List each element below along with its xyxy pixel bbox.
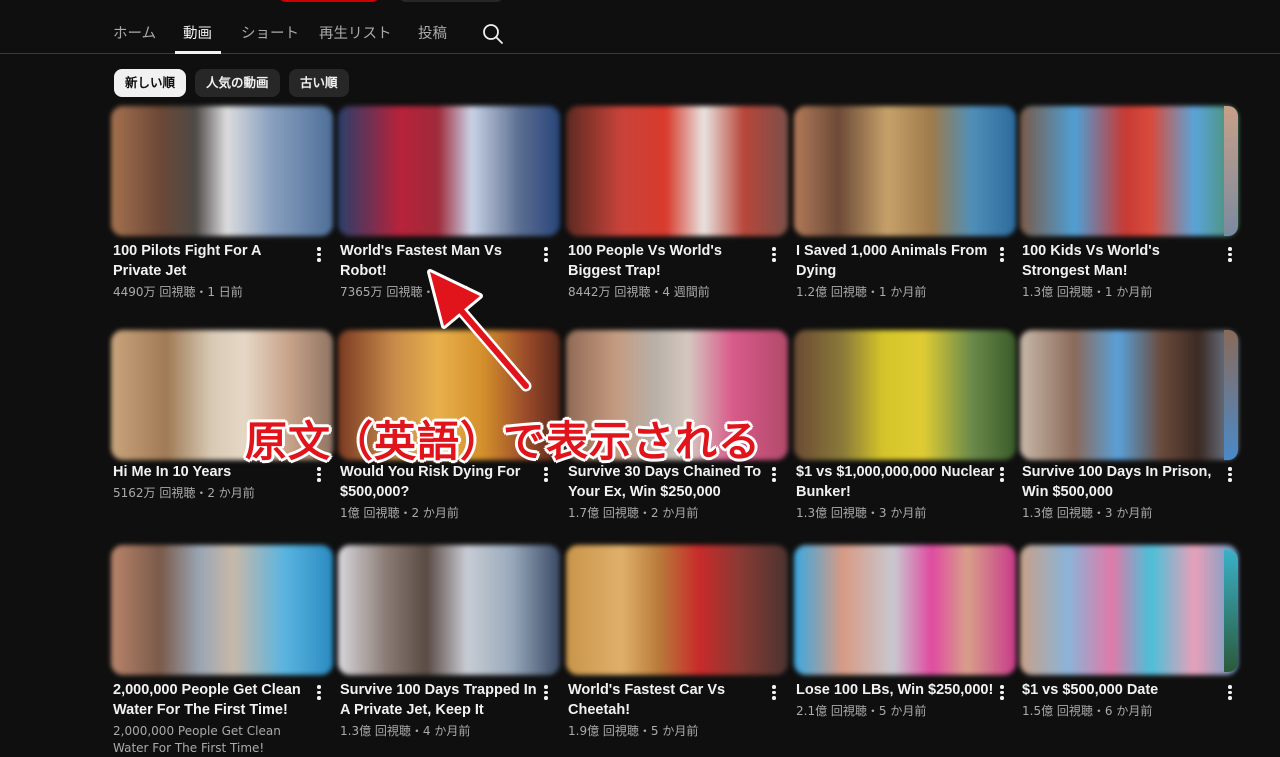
video-meta: 1.2億 回視聴・1 か月前: [796, 285, 927, 299]
video-title[interactable]: 100 People Vs World's Biggest Trap!: [568, 242, 768, 281]
more-options-icon[interactable]: [994, 244, 1010, 264]
more-options-icon[interactable]: [994, 682, 1010, 702]
video-meta: 5162万 回視聴・2 か月前: [113, 486, 255, 500]
video-title[interactable]: World's Fastest Car Vs Cheetah!: [568, 681, 768, 720]
next-column-thumbnail-partial[interactable]: [1224, 330, 1238, 460]
video-meta: 4490万 回視聴・1 日前: [113, 285, 243, 299]
video-thumbnail[interactable]: [1020, 330, 1238, 460]
video-meta: 1億 回視聴・2 か月前: [340, 506, 459, 520]
video-meta: 1.9億 回視聴・5 か月前: [568, 724, 699, 738]
video-meta: 2.1億 回視聴・5 か月前: [796, 704, 927, 718]
video-title[interactable]: $1 vs $500,000 Date: [1022, 681, 1222, 701]
video-thumbnail[interactable]: [338, 545, 560, 675]
video-meta: 8442万 回視聴・4 週間前: [568, 285, 710, 299]
video-title[interactable]: World's Fastest Man Vs Robot!: [340, 242, 540, 281]
video-meta: 7365万 回視聴・1 日前: [340, 285, 470, 299]
video-title[interactable]: $1 vs $1,000,000,000 Nuclear Bunker!: [796, 463, 996, 502]
video-title[interactable]: I Saved 1,000 Animals From Dying: [796, 242, 996, 281]
next-column-thumbnail-partial[interactable]: [1224, 106, 1238, 236]
video-title[interactable]: Lose 100 LBs, Win $250,000!: [796, 681, 996, 701]
more-options-icon[interactable]: [766, 682, 782, 702]
more-options-icon[interactable]: [538, 244, 554, 264]
video-thumbnail[interactable]: [338, 106, 560, 236]
more-options-icon[interactable]: [766, 244, 782, 264]
video-meta: 1.7億 回視聴・2 か月前: [568, 506, 699, 520]
video-title[interactable]: Survive 100 Days Trapped In A Private Je…: [340, 681, 540, 720]
more-options-icon[interactable]: [1222, 682, 1238, 702]
video-thumbnail[interactable]: [566, 106, 788, 236]
video-meta: 1.3億 回視聴・3 か月前: [796, 506, 927, 520]
more-options-icon[interactable]: [766, 464, 782, 484]
video-grid: 100 Pilots Fight For A Private Jet 4490万…: [0, 0, 1280, 757]
video-thumbnail[interactable]: [1020, 106, 1238, 236]
video-title[interactable]: 100 Kids Vs World's Strongest Man!: [1022, 242, 1222, 281]
video-title[interactable]: 2,000,000 People Get Clean Water For The…: [113, 681, 313, 720]
video-thumbnail[interactable]: [794, 545, 1016, 675]
video-meta: 1.3億 回視聴・3 か月前: [1022, 506, 1153, 520]
annotation-caption: 原文（英語）で表示される: [245, 417, 762, 466]
video-title[interactable]: Survive 100 Days In Prison, Win $500,000: [1022, 463, 1222, 502]
video-meta: 1.5億 回視聴・6 か月前: [1022, 704, 1153, 718]
video-thumbnail[interactable]: [566, 545, 788, 675]
video-title[interactable]: 100 Pilots Fight For A Private Jet: [113, 242, 313, 281]
more-options-icon[interactable]: [1222, 244, 1238, 264]
more-options-icon[interactable]: [994, 464, 1010, 484]
next-column-thumbnail-partial[interactable]: [1224, 550, 1238, 672]
video-thumbnail[interactable]: [111, 106, 333, 236]
more-options-icon[interactable]: [538, 682, 554, 702]
more-options-icon[interactable]: [311, 682, 327, 702]
more-options-icon[interactable]: [1222, 464, 1238, 484]
more-options-icon[interactable]: [311, 244, 327, 264]
video-thumbnail[interactable]: [1020, 545, 1238, 675]
video-thumbnail[interactable]: [794, 106, 1016, 236]
video-meta: 1.3億 回視聴・4 か月前: [340, 724, 471, 738]
video-thumbnail[interactable]: [111, 545, 333, 675]
video-meta: 2,000,000 People Get Clean Water For The…: [113, 724, 281, 755]
video-thumbnail[interactable]: [794, 330, 1016, 460]
video-meta: 1.3億 回視聴・1 か月前: [1022, 285, 1153, 299]
